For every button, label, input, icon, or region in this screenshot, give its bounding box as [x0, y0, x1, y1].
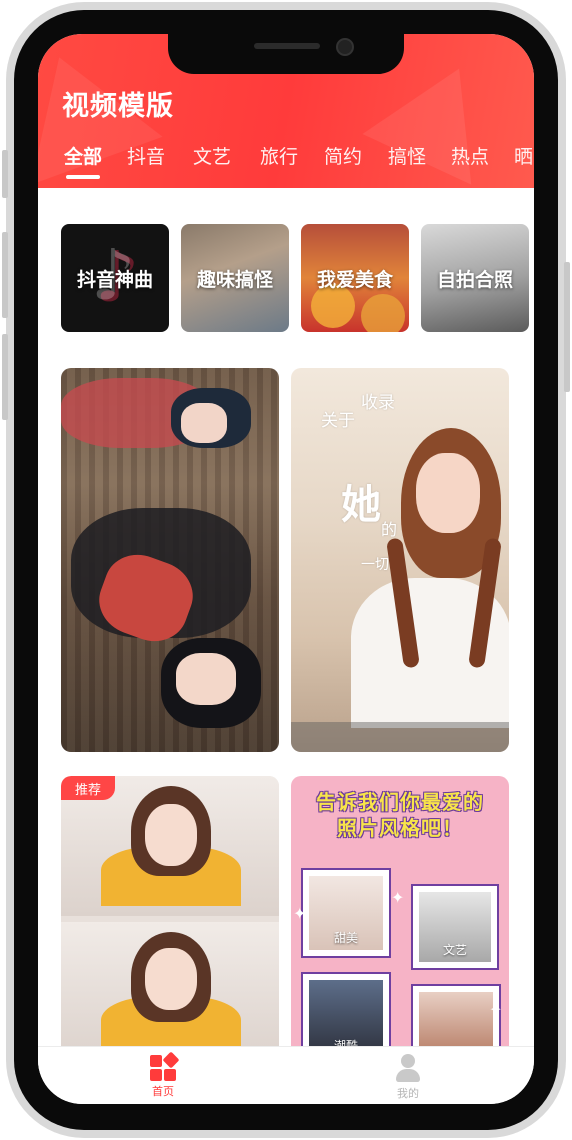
style-option-sweet[interactable]: 甜美 — [301, 868, 391, 958]
style-option-literary[interactable]: 文艺 — [411, 884, 499, 970]
sparkle-icon: ✦ — [391, 888, 405, 907]
bottom-tab-bar: 首页 我的 — [38, 1046, 534, 1104]
category-label: 趣味搞怪 — [196, 268, 273, 291]
tab-all[interactable]: 全部 — [64, 142, 102, 169]
volume-down-button — [2, 334, 8, 420]
sparkle-icon: ✦ — [489, 1000, 503, 1019]
photo-detail — [176, 653, 236, 705]
front-camera — [336, 38, 354, 56]
tabbar-home-label: 首页 — [152, 1085, 174, 1098]
tab-travel[interactable]: 旅行 — [260, 142, 298, 169]
category-label: 自拍合照 — [436, 268, 513, 291]
speaker-grille — [254, 43, 320, 49]
home-grid-icon — [148, 1051, 180, 1081]
screen: 视频模版 全部 抖音 文艺 旅行 简约 搞怪 热点 晒 ♪ ♪ 抖音神曲 趣味搞… — [38, 34, 534, 1104]
user-icon — [393, 1053, 423, 1083]
style-label: 甜美 — [333, 931, 358, 945]
volume-up-button — [2, 232, 8, 318]
sparkle-icon: ✦ — [293, 904, 307, 923]
tab-share[interactable]: 晒 — [514, 142, 533, 169]
template-card-about-her[interactable]: 关于 收录 她 的 一切 — [291, 368, 509, 752]
recommended-badge: 推荐 — [61, 776, 115, 800]
category-douyin-songs[interactable]: ♪ ♪ 抖音神曲 — [61, 224, 169, 332]
template-card-hanfu[interactable] — [61, 368, 279, 752]
template-card-recommended[interactable]: 推荐 — [61, 776, 279, 1066]
category-food[interactable]: 我爱美食 — [301, 224, 409, 332]
category-label: 抖音神曲 — [76, 268, 153, 291]
overlay-text: 的 — [381, 520, 398, 539]
category-tabs: 全部 抖音 文艺 旅行 简约 搞怪 热点 晒 — [38, 142, 534, 182]
tab-funny[interactable]: 搞怪 — [388, 142, 426, 169]
category-funny[interactable]: 趣味搞怪 — [181, 224, 289, 332]
power-button — [564, 262, 570, 392]
tab-literary[interactable]: 文艺 — [193, 142, 231, 169]
category-selfie[interactable]: 自拍合照 — [421, 224, 529, 332]
tabbar-me[interactable]: 我的 — [368, 1053, 448, 1101]
tab-douyin[interactable]: 抖音 — [127, 142, 165, 169]
photo-detail — [291, 722, 509, 752]
tab-simple[interactable]: 简约 — [324, 142, 362, 169]
notch — [168, 34, 404, 74]
photo-detail — [181, 403, 227, 443]
active-tab-indicator — [66, 175, 100, 179]
mute-switch — [2, 150, 8, 198]
tabbar-home[interactable]: 首页 — [123, 1051, 203, 1099]
tab-hot[interactable]: 热点 — [451, 142, 489, 169]
photo-detail — [145, 804, 197, 866]
template-card-style-quiz[interactable]: 告诉我们你最爱的 照片风格吧！ 甜美 文艺 潮酷 ✦ ✦ ✦ — [291, 776, 509, 1066]
overlay-text: 收录 — [361, 393, 395, 413]
style-label: 文艺 — [442, 943, 467, 957]
photo-detail — [145, 948, 197, 1010]
category-label: 我爱美食 — [316, 268, 393, 291]
overlay-text: 一切 — [361, 557, 389, 573]
tabbar-me-label: 我的 — [397, 1087, 419, 1100]
quiz-headline: 照片风格吧！ — [337, 816, 463, 840]
food-decoration — [361, 294, 405, 332]
overlay-text: 关于 — [321, 411, 355, 431]
quiz-headline: 告诉我们你最爱的 — [316, 790, 484, 814]
overlay-text: 她 — [341, 481, 381, 528]
photo-detail — [416, 453, 480, 533]
page-title: 视频模版 — [62, 91, 174, 122]
